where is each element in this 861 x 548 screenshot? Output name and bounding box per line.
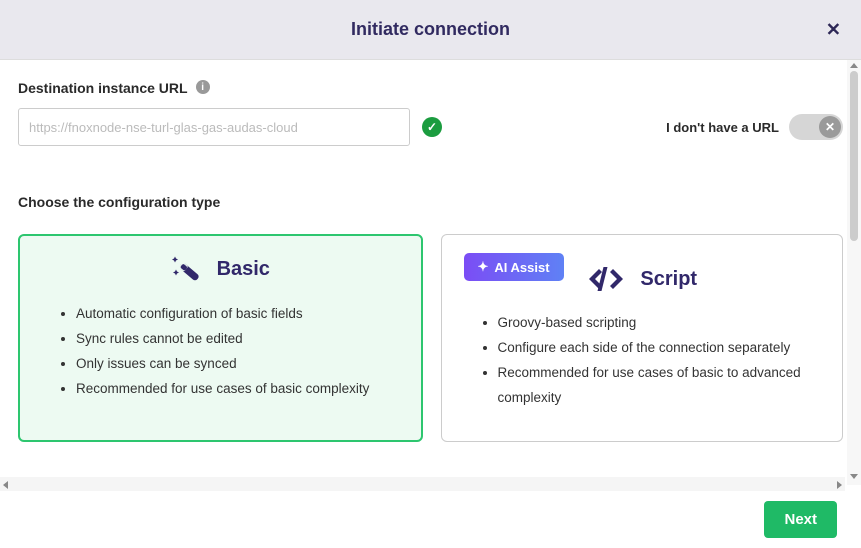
next-button[interactable]: Next: [764, 501, 837, 538]
list-item: Automatic configuration of basic fields: [76, 302, 399, 327]
destination-label-row: Destination instance URL i: [18, 80, 843, 96]
no-url-group: I don't have a URL ✕: [666, 114, 843, 140]
modal-content: Destination instance URL i ✓ I don't hav…: [0, 60, 861, 485]
modal-title: Initiate connection: [351, 19, 510, 40]
basic-title: Basic: [217, 258, 270, 281]
scroll-right-icon: [837, 481, 842, 489]
no-url-label: I don't have a URL: [666, 120, 779, 135]
no-url-toggle[interactable]: ✕: [789, 114, 843, 140]
horizontal-scrollbar[interactable]: [0, 477, 845, 491]
list-item: Groovy-based scripting: [498, 311, 821, 336]
code-icon: [586, 265, 626, 293]
config-type-label: Choose the configuration type: [18, 194, 843, 210]
script-card-head: ✦ AI Assist Script: [464, 253, 821, 293]
list-item: Recommended for use cases of basic to ad…: [498, 361, 821, 411]
vertical-scrollbar[interactable]: [847, 60, 861, 485]
scroll-up-icon: [850, 63, 858, 68]
list-item: Recommended for use cases of basic compl…: [76, 377, 399, 402]
basic-bullets: Automatic configuration of basic fields …: [42, 302, 399, 402]
destination-url-left: ✓: [18, 108, 442, 146]
destination-url-row: ✓ I don't have a URL ✕: [18, 108, 843, 146]
sparkle-icon: ✦: [478, 259, 489, 275]
script-bullets: Groovy-based scripting Configure each si…: [464, 311, 821, 411]
config-card-script[interactable]: ✦ AI Assist Script: [441, 234, 844, 442]
modal-footer: Next: [0, 491, 861, 548]
scroll-left-icon: [3, 481, 8, 489]
ai-assist-badge[interactable]: ✦ AI Assist: [464, 253, 564, 281]
list-item: Sync rules cannot be edited: [76, 327, 399, 352]
basic-card-head: Basic: [42, 254, 399, 284]
list-item: Only issues can be synced: [76, 352, 399, 377]
check-icon: ✓: [422, 117, 442, 137]
script-title: Script: [640, 268, 697, 291]
close-icon[interactable]: ✕: [826, 19, 841, 40]
x-icon: ✕: [819, 116, 841, 138]
ai-assist-label: AI Assist: [494, 260, 549, 275]
scrollbar-thumb[interactable]: [850, 71, 858, 241]
scroll-down-icon: [850, 474, 858, 479]
list-item: Configure each side of the connection se…: [498, 336, 821, 361]
config-cards: Basic Automatic configuration of basic f…: [18, 234, 843, 442]
modal-header: Initiate connection ✕: [0, 0, 861, 60]
destination-url-label: Destination instance URL: [18, 80, 188, 96]
wand-icon: [171, 254, 205, 284]
config-card-basic[interactable]: Basic Automatic configuration of basic f…: [18, 234, 423, 442]
destination-url-input[interactable]: [18, 108, 410, 146]
info-icon[interactable]: i: [196, 80, 210, 94]
